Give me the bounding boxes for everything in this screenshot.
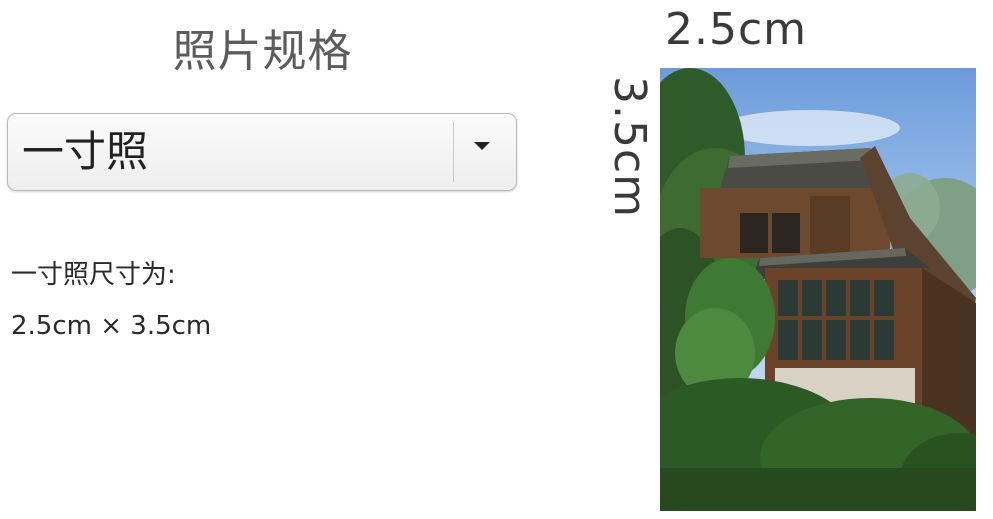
photo-size-select[interactable]: 一寸照 <box>7 113 517 191</box>
photo-preview <box>660 68 976 511</box>
select-divider <box>453 122 454 182</box>
photo-height-label: 3.5cm <box>604 76 655 219</box>
caret-down-icon[interactable] <box>474 142 490 150</box>
size-description-label: 一寸照尺寸为: <box>11 260 176 290</box>
section-title: 照片规格 <box>172 26 353 77</box>
photo-width-label: 2.5cm <box>665 4 808 55</box>
house-photo-image <box>660 68 976 511</box>
selected-size-value: 一寸照 <box>22 127 149 176</box>
size-description-value: 2.5cm × 3.5cm <box>11 311 212 341</box>
